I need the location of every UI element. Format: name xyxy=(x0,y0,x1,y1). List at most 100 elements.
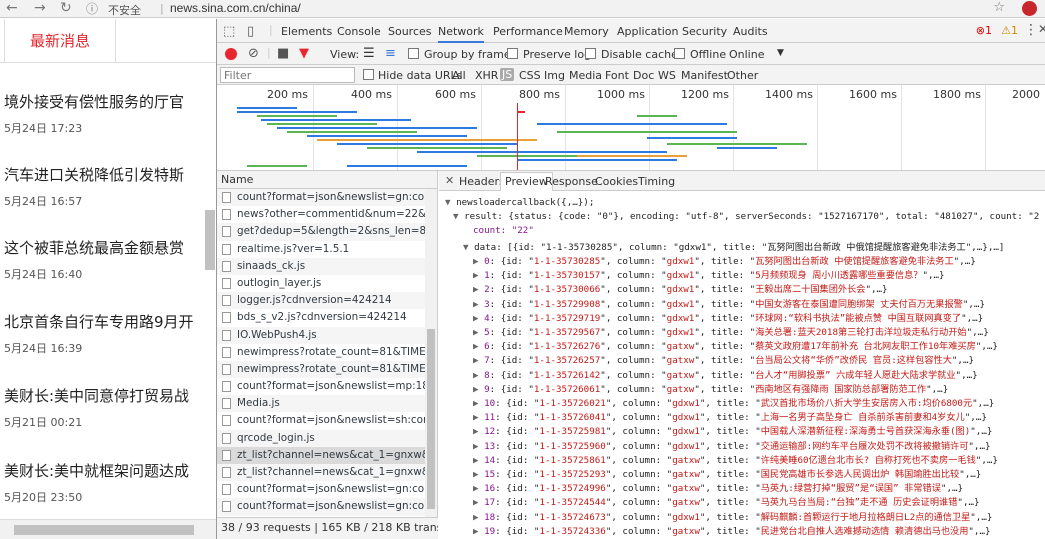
request-row[interactable]: count?format=json&newslist=gn:comos-ha xyxy=(217,481,437,498)
news-title[interactable]: 美财长:美中就框架问题达成 xyxy=(4,460,216,481)
news-title[interactable]: 这个被菲总统最高金额悬赏 xyxy=(4,237,216,258)
json-data-item[interactable]: ▶ 17: {id: "1-1-35724544", column: "gatx… xyxy=(473,494,980,508)
json-root[interactable]: ▼ newsloadercallback({,…}); xyxy=(445,197,594,208)
news-item[interactable]: 境外接受有偿性服务的厅官 5月24日 17:23 xyxy=(4,91,216,136)
page-horizontal-scrollbar[interactable] xyxy=(0,519,216,539)
request-row[interactable]: Media.js xyxy=(217,395,437,413)
page-scrollbar[interactable] xyxy=(205,210,215,270)
request-row[interactable]: sinaads_ck.js xyxy=(217,257,437,275)
chevron-down-icon[interactable]: ▼ xyxy=(777,48,784,58)
request-list-scrollbar[interactable] xyxy=(425,189,437,517)
disable-cache-checkbox[interactable] xyxy=(585,48,596,59)
record-icon[interactable] xyxy=(225,48,237,60)
throttling-select[interactable]: Online xyxy=(729,48,764,61)
request-row[interactable]: newimpress?rotate_count=81&TIMESTAMP xyxy=(217,360,437,379)
expand-triangle-icon[interactable]: ▼ xyxy=(463,242,474,253)
json-data-item[interactable]: ▶ 11: {id: "1-1-35726041", column: "gdxw… xyxy=(473,409,987,423)
json-data-item[interactable]: ▶ 8: {id: "1-1-35726142", column: "gatxw… xyxy=(473,367,978,381)
expand-triangle-icon[interactable]: ▶ xyxy=(473,355,484,366)
expand-triangle-icon[interactable]: ▶ xyxy=(473,441,484,452)
reload-icon[interactable]: ↻ xyxy=(60,0,72,17)
tab-headers[interactable]: Headers xyxy=(459,175,505,188)
request-row[interactable]: logger.js?cdnversion=424214 xyxy=(217,292,437,310)
news-item[interactable]: 美财长:美中就框架问题达成 5月20日 23:50 xyxy=(4,460,216,505)
tab-security[interactable]: Security xyxy=(682,25,727,38)
expand-triangle-icon[interactable]: ▶ xyxy=(473,483,484,494)
tab-timing[interactable]: Timing xyxy=(638,175,675,188)
request-row[interactable]: get?dedup=5&length=2&sns_len=8&catei xyxy=(217,223,437,241)
info-icon[interactable]: ⓘ xyxy=(86,0,98,18)
json-data-node[interactable]: ▼ data: [{id: "1-1-35730285", column: "g… xyxy=(463,239,1004,253)
group-by-frame-checkbox[interactable] xyxy=(408,48,419,59)
expand-triangle-icon[interactable]: ▶ xyxy=(473,426,484,437)
tab-console[interactable]: Console xyxy=(337,25,381,38)
request-row[interactable]: count?format=json&newslist=sh:comos-fxp xyxy=(217,412,437,429)
capture-screenshots-icon[interactable]: ■ xyxy=(277,46,289,61)
network-overview-timeline[interactable]: 200 ms 400 ms 600 ms 800 ms 1000 ms 1200… xyxy=(217,85,1045,171)
json-data-item[interactable]: ▶ 2: {id: "1-1-35730066", column: "gdxw1… xyxy=(473,281,888,295)
news-item[interactable]: 北京首条自行车专用路9月开 5月24日 16:39 xyxy=(4,311,216,356)
security-label[interactable]: 不安全 xyxy=(108,2,141,18)
json-data-item[interactable]: ▶ 3: {id: "1-1-35729908", column: "gdxw1… xyxy=(473,296,985,310)
json-data-item[interactable]: ▶ 4: {id: "1-1-35729719", column: "gdxw1… xyxy=(473,310,983,324)
tab-elements[interactable]: Elements xyxy=(281,25,332,38)
json-data-item[interactable]: ▶ 9: {id: "1-1-35726061", column: "gatxw… xyxy=(473,381,948,395)
news-title[interactable]: 北京首条自行车专用路9月开 xyxy=(4,311,216,332)
filter-other[interactable]: Other xyxy=(727,69,758,82)
request-row[interactable]: count?format=json&newslist=mp:1887724 xyxy=(217,378,437,395)
inspect-element-icon[interactable]: ⬚ xyxy=(223,24,235,39)
expand-triangle-icon[interactable]: ▶ xyxy=(473,469,484,480)
expand-triangle-icon[interactable]: ▶ xyxy=(473,313,484,324)
json-data-item[interactable]: ▶ 6: {id: "1-1-35726276", column: "gatxw… xyxy=(473,338,998,352)
expand-triangle-icon[interactable]: ▶ xyxy=(473,256,484,267)
device-toolbar-icon[interactable]: ▯ xyxy=(247,24,254,39)
news-item[interactable]: 美财长:美中同意停打贸易战 5月21日 00:21 xyxy=(4,385,216,430)
hide-data-urls-checkbox[interactable] xyxy=(363,69,374,80)
expand-triangle-icon[interactable]: ▶ xyxy=(473,398,484,409)
preserve-log-checkbox[interactable] xyxy=(507,48,518,59)
filter-media[interactable]: Media xyxy=(569,69,602,82)
tab-performance[interactable]: Performance xyxy=(493,25,563,38)
clear-icon[interactable]: ⊘ xyxy=(248,46,259,61)
warning-count[interactable]: ⚠1 xyxy=(1001,24,1018,37)
tab-response[interactable]: Response xyxy=(545,175,598,188)
filter-doc[interactable]: Doc xyxy=(633,69,654,82)
close-icon[interactable]: ✕ xyxy=(445,174,454,187)
expand-triangle-icon[interactable]: ▼ xyxy=(445,197,456,208)
expand-triangle-icon[interactable]: ▶ xyxy=(473,370,484,381)
error-count[interactable]: ⊗1 xyxy=(976,24,992,37)
json-data-item[interactable]: ▶ 5: {id: "1-1-35729567", column: "gdxw1… xyxy=(473,324,989,338)
tab-memory[interactable]: Memory xyxy=(564,25,609,38)
json-data-item[interactable]: ▶ 10: {id: "1-1-35726021", column: "gdxw… xyxy=(473,395,994,409)
expand-triangle-icon[interactable]: ▶ xyxy=(473,526,484,537)
request-row[interactable]: newimpress?rotate_count=81&TIMESTAMP xyxy=(217,344,437,361)
latest-news-tab[interactable]: 最新消息 xyxy=(4,19,116,63)
more-menu-icon[interactable]: ⋮ xyxy=(1024,22,1038,38)
json-data-item[interactable]: ▶ 7: {id: "1-1-35726257", column: "gatxw… xyxy=(473,352,974,366)
news-title[interactable]: 美财长:美中同意停打贸易战 xyxy=(4,385,216,406)
scroll-thumb[interactable] xyxy=(427,329,435,509)
tab-application[interactable]: Application xyxy=(617,25,678,38)
json-data-item[interactable]: ▶ 18: {id: "1-1-35724673", column: "gdxw… xyxy=(473,509,992,523)
expand-triangle-icon[interactable]: ▶ xyxy=(473,512,484,523)
request-row[interactable]: realtime.js?ver=1.5.1 xyxy=(217,241,437,258)
json-data-item[interactable]: ▶ 15: {id: "1-1-35725293", column: "gatx… xyxy=(473,466,981,480)
json-data-item[interactable]: ▶ 14: {id: "1-1-35725861", column: "gatx… xyxy=(473,452,998,466)
tab-cookies[interactable]: Cookies xyxy=(595,175,638,188)
back-icon[interactable]: ← xyxy=(6,0,18,17)
offline-checkbox[interactable] xyxy=(674,48,685,59)
filter-ws[interactable]: WS xyxy=(658,69,676,82)
expand-triangle-icon[interactable]: ▶ xyxy=(473,384,484,395)
filter-img[interactable]: Img xyxy=(544,69,565,82)
request-row[interactable]: news?other=commentid&num=22&page= xyxy=(217,206,437,223)
filter-manifest[interactable]: Manifest xyxy=(681,69,728,82)
filter-input[interactable] xyxy=(220,67,355,83)
json-data-item[interactable]: ▶ 1: {id: "1-1-35730157", column: "gdxw1… xyxy=(473,267,945,281)
expand-triangle-icon[interactable]: ▶ xyxy=(473,270,484,281)
request-row[interactable]: count?format=json&newslist=gn:comos-ha xyxy=(217,189,437,207)
json-result-node[interactable]: ▼ result: {status: {code: "0"}, encoding… xyxy=(453,211,1039,222)
large-rows-icon[interactable]: ☰ xyxy=(363,46,375,61)
news-title[interactable]: 境外接受有偿性服务的厅官 xyxy=(4,91,216,112)
expand-triangle-icon[interactable]: ▶ xyxy=(473,327,484,338)
filter-all[interactable]: All xyxy=(452,69,466,82)
